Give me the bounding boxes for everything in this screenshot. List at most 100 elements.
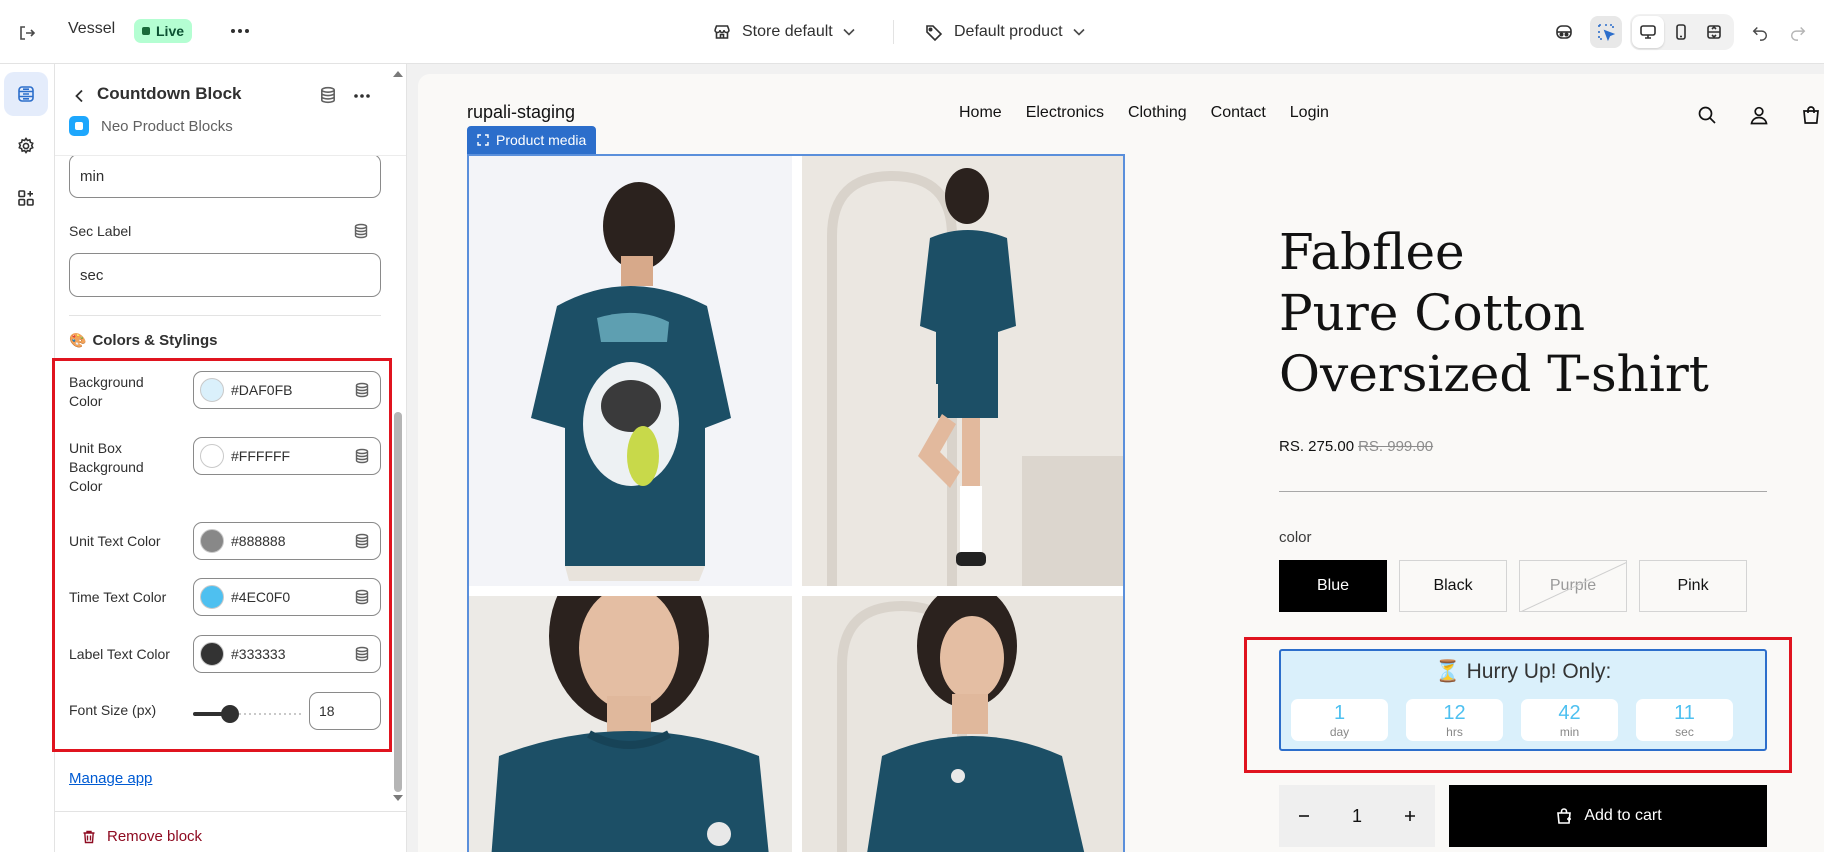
connect-dynamic-source-button[interactable] bbox=[354, 382, 370, 398]
section-divider bbox=[69, 315, 381, 316]
product-image-1[interactable] bbox=[469, 156, 792, 586]
countdown-block[interactable]: ⏳ Hurry Up! Only: 1 day 12 hrs 42 min 11… bbox=[1279, 649, 1767, 751]
tshirt-front-closeup-photo bbox=[491, 596, 769, 852]
colors-section-title: 🎨 Colors & Stylings bbox=[69, 332, 217, 349]
sec-label-input[interactable]: sec bbox=[69, 253, 381, 297]
countdown-units: 1 day 12 hrs 42 min 11 sec bbox=[1291, 699, 1733, 741]
variant-blue[interactable]: Blue bbox=[1279, 560, 1387, 612]
colors-section-label: Colors & Stylings bbox=[92, 332, 218, 349]
more-icon bbox=[354, 94, 370, 98]
countdown-label: min bbox=[1559, 725, 1580, 739]
variant-purple[interactable]: Purple bbox=[1519, 560, 1627, 612]
color-swatch[interactable] bbox=[200, 529, 224, 553]
nav-item-contact[interactable]: Contact bbox=[1211, 104, 1266, 122]
label-text-color-input[interactable]: #333333 bbox=[193, 635, 381, 673]
color-value: #4EC0F0 bbox=[231, 589, 291, 605]
desktop-view-button[interactable] bbox=[1632, 16, 1664, 48]
status-badge: Live bbox=[134, 19, 193, 43]
database-icon bbox=[355, 448, 369, 464]
color-value: #FFFFFF bbox=[231, 448, 291, 464]
select-mode-button[interactable] bbox=[1590, 16, 1622, 48]
database-icon bbox=[355, 646, 369, 662]
back-button[interactable] bbox=[67, 84, 91, 108]
countdown-unit-hrs: 12 hrs bbox=[1406, 699, 1503, 741]
time-text-color-input[interactable]: #4EC0F0 bbox=[193, 578, 381, 616]
scroll-down-arrow-icon[interactable] bbox=[392, 794, 404, 802]
slider-thumb[interactable] bbox=[221, 705, 239, 723]
more-actions-button[interactable] bbox=[228, 18, 252, 44]
connect-dynamic-source-button[interactable] bbox=[354, 646, 370, 662]
countdown-unit-min: 42 min bbox=[1521, 699, 1618, 741]
topbar-divider bbox=[893, 20, 894, 44]
slider-track bbox=[229, 713, 303, 715]
inspector-icon bbox=[1556, 25, 1572, 39]
rail-apps-button[interactable] bbox=[4, 176, 48, 220]
redo-button[interactable] bbox=[1782, 16, 1814, 48]
tshirt-back-photo bbox=[531, 182, 731, 581]
product-divider bbox=[1279, 491, 1767, 492]
unit-box-background-color-input[interactable]: #FFFFFF bbox=[193, 437, 381, 475]
variant-pink[interactable]: Pink bbox=[1639, 560, 1747, 612]
exit-button[interactable] bbox=[14, 20, 40, 46]
add-to-cart-label: Add to cart bbox=[1584, 807, 1662, 824]
undo-icon bbox=[1752, 26, 1768, 41]
status-text: Live bbox=[156, 23, 185, 39]
desktop-icon bbox=[1640, 25, 1656, 39]
color-swatch[interactable] bbox=[200, 444, 224, 468]
product-image-3[interactable] bbox=[469, 596, 792, 852]
background-color-input[interactable]: #DAF0FB bbox=[193, 371, 381, 409]
rail-sections-button[interactable] bbox=[4, 72, 48, 116]
product-image-4[interactable] bbox=[802, 596, 1123, 852]
block-more-button[interactable] bbox=[350, 84, 374, 108]
min-label-input[interactable]: min bbox=[69, 154, 381, 198]
gear-icon bbox=[18, 137, 34, 154]
connect-dynamic-source-button[interactable] bbox=[319, 86, 337, 104]
template-selector[interactable]: Default product bbox=[924, 18, 1085, 46]
decrease-quantity-button[interactable] bbox=[1297, 809, 1311, 823]
sidebar-header: Countdown Block Neo Product Blocks bbox=[55, 64, 406, 156]
left-rail bbox=[0, 64, 55, 852]
unit-text-color-input[interactable]: #888888 bbox=[193, 522, 381, 560]
countdown-unit-sec: 11 sec bbox=[1636, 699, 1733, 741]
nav-item-clothing[interactable]: Clothing bbox=[1128, 104, 1187, 122]
scrollbar-thumb[interactable] bbox=[394, 412, 402, 792]
increase-quantity-button[interactable] bbox=[1403, 809, 1417, 823]
store-selector[interactable]: Store default bbox=[712, 18, 855, 46]
inspector-button[interactable] bbox=[1548, 16, 1580, 48]
nav-item-electronics[interactable]: Electronics bbox=[1026, 104, 1104, 122]
nav-item-login[interactable]: Login bbox=[1290, 104, 1329, 122]
add-to-cart-button[interactable]: Add to cart bbox=[1449, 785, 1767, 847]
site-title[interactable]: rupali-staging bbox=[467, 102, 575, 123]
connect-dynamic-source-button[interactable] bbox=[354, 448, 370, 464]
variant-black[interactable]: Black bbox=[1399, 560, 1507, 612]
product-image-2[interactable] bbox=[802, 156, 1123, 586]
font-size-input[interactable]: 18 bbox=[309, 692, 381, 730]
product-media-tag[interactable]: Product media bbox=[467, 126, 597, 154]
tshirt-side-photo bbox=[837, 596, 1085, 852]
color-swatch[interactable] bbox=[200, 642, 224, 666]
search-icon bbox=[1698, 106, 1716, 124]
database-icon bbox=[354, 223, 368, 239]
connect-dynamic-source-button[interactable] bbox=[352, 222, 370, 240]
account-button[interactable] bbox=[1748, 104, 1770, 126]
cart-button[interactable] bbox=[1800, 104, 1822, 126]
color-swatch[interactable] bbox=[200, 378, 224, 402]
quantity-value[interactable]: 1 bbox=[1352, 806, 1362, 827]
mobile-view-button[interactable] bbox=[1665, 16, 1697, 48]
color-swatch[interactable] bbox=[200, 585, 224, 609]
manage-app-link[interactable]: Manage app bbox=[69, 770, 152, 787]
rail-settings-button[interactable] bbox=[4, 124, 48, 168]
product-media-gallery[interactable] bbox=[467, 154, 1125, 852]
connect-dynamic-source-button[interactable] bbox=[354, 533, 370, 549]
remove-block-button[interactable]: Remove block bbox=[81, 828, 202, 845]
nav-item-home[interactable]: Home bbox=[959, 104, 1002, 122]
connect-dynamic-source-button[interactable] bbox=[354, 589, 370, 605]
fullwidth-view-button[interactable] bbox=[1698, 16, 1730, 48]
database-icon bbox=[355, 382, 369, 398]
search-button[interactable] bbox=[1696, 104, 1718, 126]
undo-button[interactable] bbox=[1744, 16, 1776, 48]
countdown-value: 11 bbox=[1674, 702, 1695, 724]
countdown-label: hrs bbox=[1446, 725, 1463, 739]
scroll-up-arrow-icon[interactable] bbox=[392, 70, 404, 78]
font-size-slider[interactable] bbox=[193, 704, 303, 724]
